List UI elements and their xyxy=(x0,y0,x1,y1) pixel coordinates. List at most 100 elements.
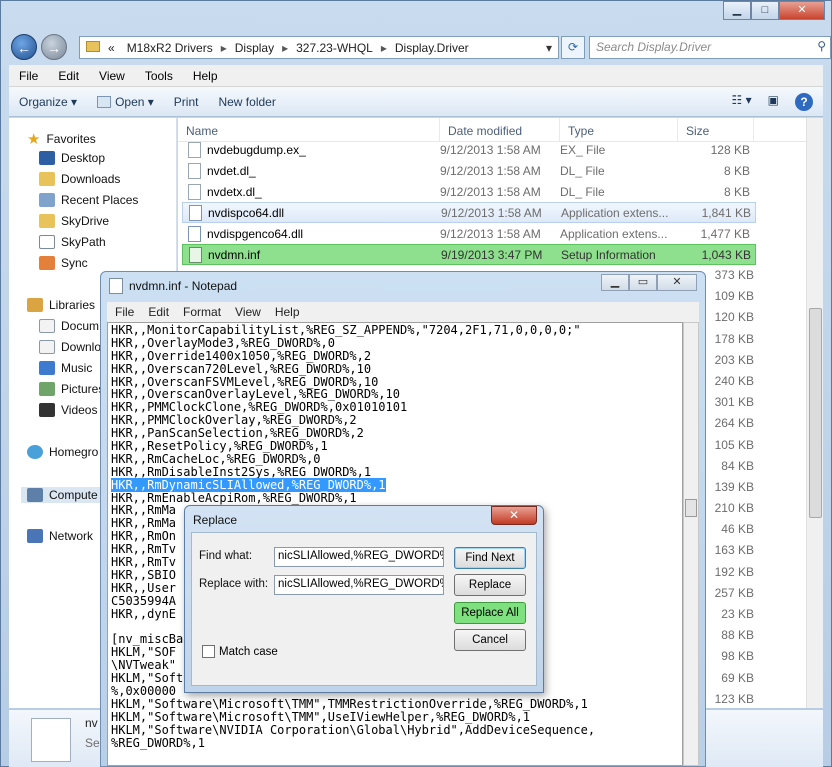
nav-downloads[interactable]: Downloads xyxy=(39,172,120,186)
breadcrumb-display[interactable]: Display xyxy=(227,41,282,55)
notepad-scrollbar[interactable] xyxy=(683,322,699,766)
column-name[interactable]: Name xyxy=(178,118,440,141)
notepad-maximize-button[interactable]: ▭ xyxy=(629,274,657,291)
help-icon[interactable]: ? xyxy=(795,92,813,111)
scrollbar-thumb[interactable] xyxy=(809,308,822,518)
file-row[interactable]: nvdispgenco64.dll 9/12/2013 1:58 AM Appl… xyxy=(182,223,756,244)
np-menu-file[interactable]: File xyxy=(107,305,140,319)
column-date-modified[interactable]: Date modified xyxy=(440,118,560,141)
nav-music[interactable]: Music xyxy=(39,361,92,375)
nav-recent-places[interactable]: Recent Places xyxy=(39,193,138,207)
open-button[interactable]: Open ▾ xyxy=(87,95,164,109)
file-size-partial: 69 KB xyxy=(721,670,754,685)
file-size-partial: 109 KB xyxy=(714,289,754,304)
match-case-label: Match case xyxy=(219,645,278,658)
file-row[interactable]: nvdetx.dl_ 9/12/2013 1:58 AM DL_ File 8 … xyxy=(182,181,756,202)
file-size-partial: 264 KB xyxy=(714,416,754,431)
toolbar-right-group: ☷ ▾ ▣ ? xyxy=(732,92,823,111)
nav-label: Libraries xyxy=(49,298,96,312)
details-file-name: nv xyxy=(85,716,98,730)
nav-documents[interactable]: Docum xyxy=(39,319,99,333)
notepad-minimize-button[interactable]: ▁ xyxy=(601,274,629,291)
np-menu-help[interactable]: Help xyxy=(267,305,306,319)
nav-sync[interactable]: Sync xyxy=(39,256,88,270)
find-next-button[interactable]: Find Next xyxy=(454,547,526,569)
checkbox-box[interactable] xyxy=(202,645,215,658)
file-size-partial: 163 KB xyxy=(714,543,754,558)
replace-with-label: Replace with: xyxy=(199,578,269,590)
file-type: Application extens... xyxy=(560,226,668,241)
file-name: nvdebugdump.ex_ xyxy=(207,142,306,157)
notepad-line: HKR,,RmDisableInst2Sys,%REG_DWORD%,1 xyxy=(111,464,372,479)
maximize-button[interactable]: □ xyxy=(751,1,779,20)
nav-pictures[interactable]: Pictures xyxy=(39,382,104,396)
replace-with-input[interactable]: nicSLIAllowed,%REG_DWORD%,1 xyxy=(274,575,444,595)
file-row[interactable]: nvdet.dl_ 9/12/2013 1:58 AM DL_ File 8 K… xyxy=(182,160,756,181)
notepad-line: HKR,,ResetPolicy,%REG_DWORD%,1 xyxy=(111,439,328,454)
notepad-line: HKR,,RmCacheLoc,%REG_DWORD%,0 xyxy=(111,451,321,466)
documents-icon xyxy=(39,319,55,333)
nav-skypath[interactable]: SkyPath xyxy=(39,235,106,249)
file-row[interactable]: nvdebugdump.ex_ 9/12/2013 1:58 AM EX_ Fi… xyxy=(182,139,756,160)
menu-edit[interactable]: Edit xyxy=(48,69,89,83)
libraries-icon xyxy=(27,298,43,312)
preview-pane-icon[interactable]: ▣ xyxy=(768,93,779,111)
notepad-close-button[interactable]: ✕ xyxy=(657,274,697,291)
back-arrow-icon: ← xyxy=(17,40,31,56)
hidden-size-column: 373 KB 109 KB 120 KB 178 KB 203 KB 240 KB 301 … xyxy=(715,268,754,713)
recent-places-icon xyxy=(39,193,55,207)
nav-network[interactable]: Network xyxy=(27,529,93,543)
file-size-partial: 192 KB xyxy=(714,564,754,579)
menu-help[interactable]: Help xyxy=(183,69,228,83)
file-list-scrollbar[interactable] xyxy=(806,118,823,708)
replace-button[interactable]: Replace xyxy=(454,574,526,596)
file-type: Setup Information xyxy=(561,247,656,262)
forward-arrow-icon: → xyxy=(47,40,61,56)
menu-tools[interactable]: Tools xyxy=(135,69,183,83)
nav-homegroup[interactable]: Homegro xyxy=(27,445,98,459)
np-menu-format[interactable]: Format xyxy=(175,305,227,319)
file-size-partial: 84 KB xyxy=(721,458,754,473)
file-row-selected[interactable]: nvdmn.inf 9/19/2013 3:47 PM Setup Inform… xyxy=(182,244,756,265)
column-size[interactable]: Size xyxy=(678,118,754,141)
close-button[interactable]: ✕ xyxy=(779,1,825,20)
np-menu-edit[interactable]: Edit xyxy=(140,305,175,319)
new-folder-button[interactable]: New folder xyxy=(208,95,285,109)
replace-all-button[interactable]: Replace All xyxy=(454,602,526,624)
print-button[interactable]: Print xyxy=(164,95,209,109)
cancel-button[interactable]: Cancel xyxy=(454,629,526,651)
skypath-icon xyxy=(39,235,55,249)
address-bar[interactable]: « M18xR2 Drivers ▸ Display ▸ 327.23-WHQL… xyxy=(79,36,559,59)
np-menu-view[interactable]: View xyxy=(227,305,267,319)
column-type[interactable]: Type xyxy=(560,118,678,141)
breadcrumb-m18xr2-drivers[interactable]: M18xR2 Drivers xyxy=(119,41,221,55)
back-button[interactable]: ← xyxy=(11,34,37,60)
menu-view[interactable]: View xyxy=(89,69,135,83)
breadcrumb-327-23-whql[interactable]: 327.23-WHQL xyxy=(288,41,381,55)
minimize-button[interactable]: ▁ xyxy=(723,1,751,20)
file-icon xyxy=(188,141,201,158)
forward-button[interactable]: → xyxy=(41,34,67,60)
nav-label: Desktop xyxy=(61,151,106,165)
nav-downloads-library[interactable]: Downlo xyxy=(39,340,101,354)
file-row[interactable]: nvdispco64.dll 9/12/2013 1:58 AM Applica… xyxy=(182,202,756,223)
menu-file[interactable]: File xyxy=(9,69,48,83)
search-input[interactable]: Search Display.Driver ⚲ xyxy=(589,36,831,59)
nav-skydrive[interactable]: SkyDrive xyxy=(39,214,109,228)
organize-button[interactable]: Organize ▾ xyxy=(9,95,87,109)
file-name: nvdet.dl_ xyxy=(207,163,256,178)
breadcrumb-display-driver[interactable]: Display.Driver xyxy=(387,41,477,55)
find-what-input[interactable]: nicSLIAllowed,%REG_DWORD%,0 xyxy=(274,547,444,567)
nav-favorites[interactable]: ★ Favorites xyxy=(27,130,96,148)
view-options-icon[interactable]: ☷ ▾ xyxy=(732,93,752,111)
nav-libraries[interactable]: Libraries xyxy=(27,298,95,312)
refresh-button[interactable]: ⟳ xyxy=(561,36,585,59)
breadcrumb-overflow[interactable]: « xyxy=(104,41,119,55)
address-dropdown-icon[interactable]: ▾ xyxy=(546,41,558,55)
notepad-scrollbar-thumb[interactable] xyxy=(685,499,697,517)
file-type: DL_ File xyxy=(560,184,605,199)
replace-close-button[interactable]: ✕ xyxy=(491,506,537,525)
nav-desktop[interactable]: Desktop xyxy=(39,151,105,165)
match-case-checkbox[interactable]: Match case xyxy=(202,645,278,658)
nav-videos[interactable]: Videos xyxy=(39,403,97,417)
